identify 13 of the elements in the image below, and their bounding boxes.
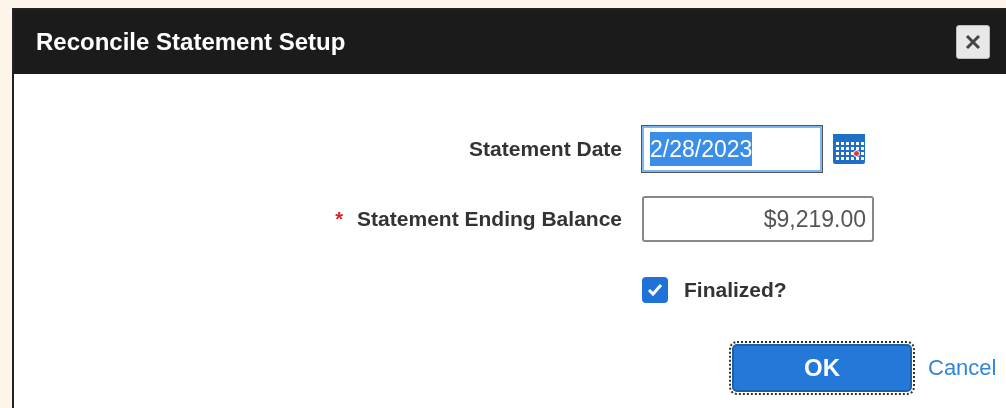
date-field[interactable]: 2/28/2023 [642,126,822,172]
window-title: Reconcile Statement Setup [36,27,346,57]
finalized-checkbox[interactable] [642,276,668,303]
amount-field[interactable]: $9,219.00 [642,196,874,242]
close-icon [965,34,981,50]
cancel-link[interactable]: Cancel [928,351,997,384]
field-label: Statement Ending Balance [357,206,622,233]
checkbox-label: Finalized? [684,277,787,303]
calendar-icon[interactable] [832,133,866,165]
field-label: Statement Date [469,136,622,163]
ok-button[interactable]: OK [732,343,912,392]
close-button[interactable] [956,25,990,59]
required-mark: * [335,207,344,232]
